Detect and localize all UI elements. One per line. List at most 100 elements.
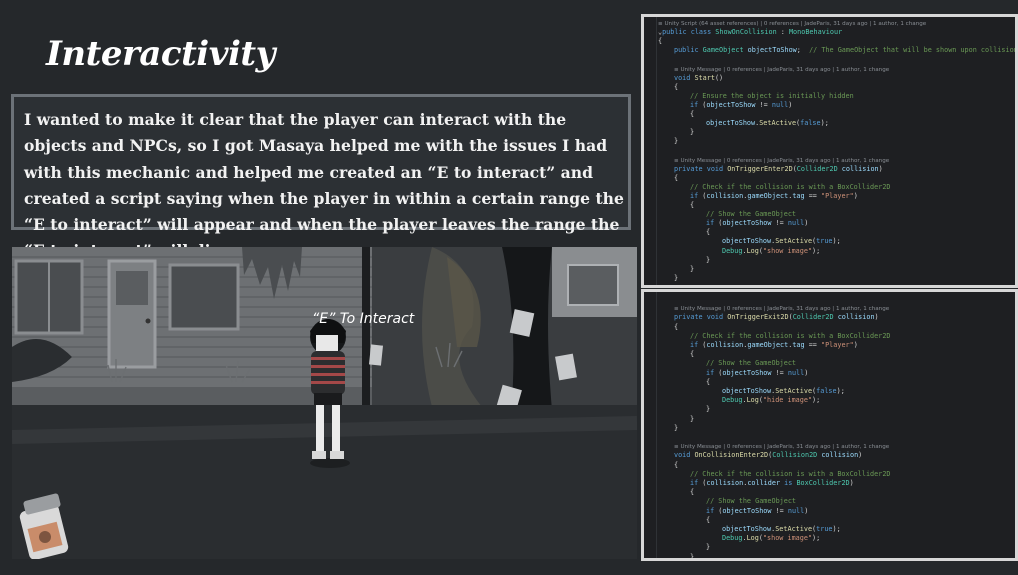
code-token: ; xyxy=(796,46,810,55)
code-token: ); xyxy=(832,237,841,246)
code-token: } xyxy=(706,255,711,264)
code-token: collision xyxy=(833,313,875,322)
code-token: { xyxy=(658,37,663,46)
code-token: gameObject xyxy=(747,191,789,200)
code-token: objectToShow xyxy=(722,387,772,395)
code-token: "show image" xyxy=(762,246,813,255)
code-token: "hide image" xyxy=(762,396,813,405)
code-line: ≡ Unity Script (64 asset references) | 0… xyxy=(658,19,926,28)
code-line: { xyxy=(706,228,710,237)
code-line: objectToShow.SetActive(true); xyxy=(722,525,841,534)
interact-prompt: “E” To Interact xyxy=(312,311,415,327)
code-token: { xyxy=(706,515,711,524)
code-line: { xyxy=(690,488,694,497)
code-token: "Player" xyxy=(820,191,854,200)
code-line: ≡ Unity Message | 0 references | JadePar… xyxy=(674,304,889,313)
code-token: : xyxy=(776,28,789,37)
code-token: OnTriggerEnter2D xyxy=(727,164,793,173)
code-token: objectToShow xyxy=(722,237,772,246)
code-token: != xyxy=(771,506,788,515)
code-line: { xyxy=(690,201,694,210)
code-line: Debug.Log("show image"); xyxy=(722,534,820,543)
code-token: null xyxy=(787,506,805,515)
code-token: { xyxy=(690,488,695,497)
code-line: } xyxy=(690,552,695,561)
code-token: } xyxy=(690,552,695,561)
code-token: false xyxy=(800,119,821,128)
code-token: void xyxy=(674,451,695,460)
code-token: ); xyxy=(820,119,829,128)
code-line: { xyxy=(690,110,694,119)
editor-gutter xyxy=(644,17,657,285)
code-token: // Ensure the object is initially hidden xyxy=(690,91,854,100)
code-token: { xyxy=(690,201,695,209)
code-token: } xyxy=(690,414,695,423)
code-line: { xyxy=(674,83,678,92)
code-token: SetActive xyxy=(775,525,813,533)
code-token: gameObject xyxy=(747,341,789,349)
code-line: } xyxy=(674,274,678,283)
code-token: } xyxy=(674,137,679,146)
code-line: if (objectToShow != null) xyxy=(706,219,808,228)
code-token: Collision2D xyxy=(772,451,818,460)
code-line: } xyxy=(674,137,678,146)
code-token: ) xyxy=(878,164,883,173)
code-line: { xyxy=(674,174,678,183)
code-token: { xyxy=(706,377,711,386)
code-token: collision xyxy=(706,341,744,349)
game-screenshot: “E” To Interact xyxy=(12,247,637,559)
code-token: } xyxy=(690,264,695,273)
code-line: if (objectToShow != null) xyxy=(706,507,808,516)
code-token: objectToShow xyxy=(722,368,772,377)
code-token: null xyxy=(771,100,789,109)
code-token: { xyxy=(674,82,679,91)
code-token: GameObject xyxy=(702,46,748,55)
code-token: objectToShow xyxy=(706,119,756,128)
description-text: I wanted to make it clear that the playe… xyxy=(24,110,624,260)
code-token: null xyxy=(787,219,805,228)
code-line: // Ensure the object is initially hidden xyxy=(690,92,854,101)
code-token: ); xyxy=(836,387,845,395)
code-token: ) xyxy=(853,341,858,349)
code-token: { xyxy=(706,228,711,237)
code-line: } xyxy=(674,424,678,433)
code-token: ); xyxy=(812,534,821,543)
code-line: } xyxy=(690,128,694,137)
code-token: // Show the GameObject xyxy=(706,359,797,368)
code-token: collider xyxy=(747,479,781,487)
code-token: ) xyxy=(804,506,809,515)
code-token: Log xyxy=(746,246,759,255)
code-token: != xyxy=(771,219,788,228)
code-token: { xyxy=(690,350,695,359)
code-token: collision xyxy=(837,164,879,173)
code-token: if xyxy=(690,341,703,349)
code-token: { xyxy=(674,322,679,331)
code-token: private void xyxy=(674,313,728,322)
code-token: ); xyxy=(812,246,821,255)
code-token: null xyxy=(787,368,805,377)
code-token: ) xyxy=(853,191,858,200)
code-token: } xyxy=(674,423,679,432)
code-token: true xyxy=(816,525,833,533)
code-token: // Show the GameObject xyxy=(706,210,797,219)
code-line: } xyxy=(706,543,710,552)
code-token: ); xyxy=(832,525,841,533)
code-line: ≡ Unity Message | 0 references | JadePar… xyxy=(674,65,889,74)
code-line: // Show the GameObject xyxy=(706,497,796,506)
code-token: Debug xyxy=(722,534,743,543)
code-token: collision xyxy=(817,451,859,460)
code-token: () xyxy=(714,73,724,82)
code-token: // Check if the collision is with a BoxC… xyxy=(690,331,891,340)
code-line: ⌄public class ShowOnCollision : MonoBeha… xyxy=(658,28,842,37)
code-line: objectToShow.SetActive(false); xyxy=(722,387,845,396)
code-line: } xyxy=(706,256,710,265)
code-token: Log xyxy=(746,396,759,405)
code-token: if xyxy=(706,368,719,377)
code-token: SetActive xyxy=(775,387,813,395)
code-line: { xyxy=(674,461,678,470)
code-token: void xyxy=(674,73,695,82)
code-line: if (objectToShow != null) xyxy=(706,369,808,378)
code-token: ) xyxy=(804,368,809,377)
code-token: tag xyxy=(792,191,805,200)
code-token: ShowOnCollision xyxy=(715,28,777,37)
